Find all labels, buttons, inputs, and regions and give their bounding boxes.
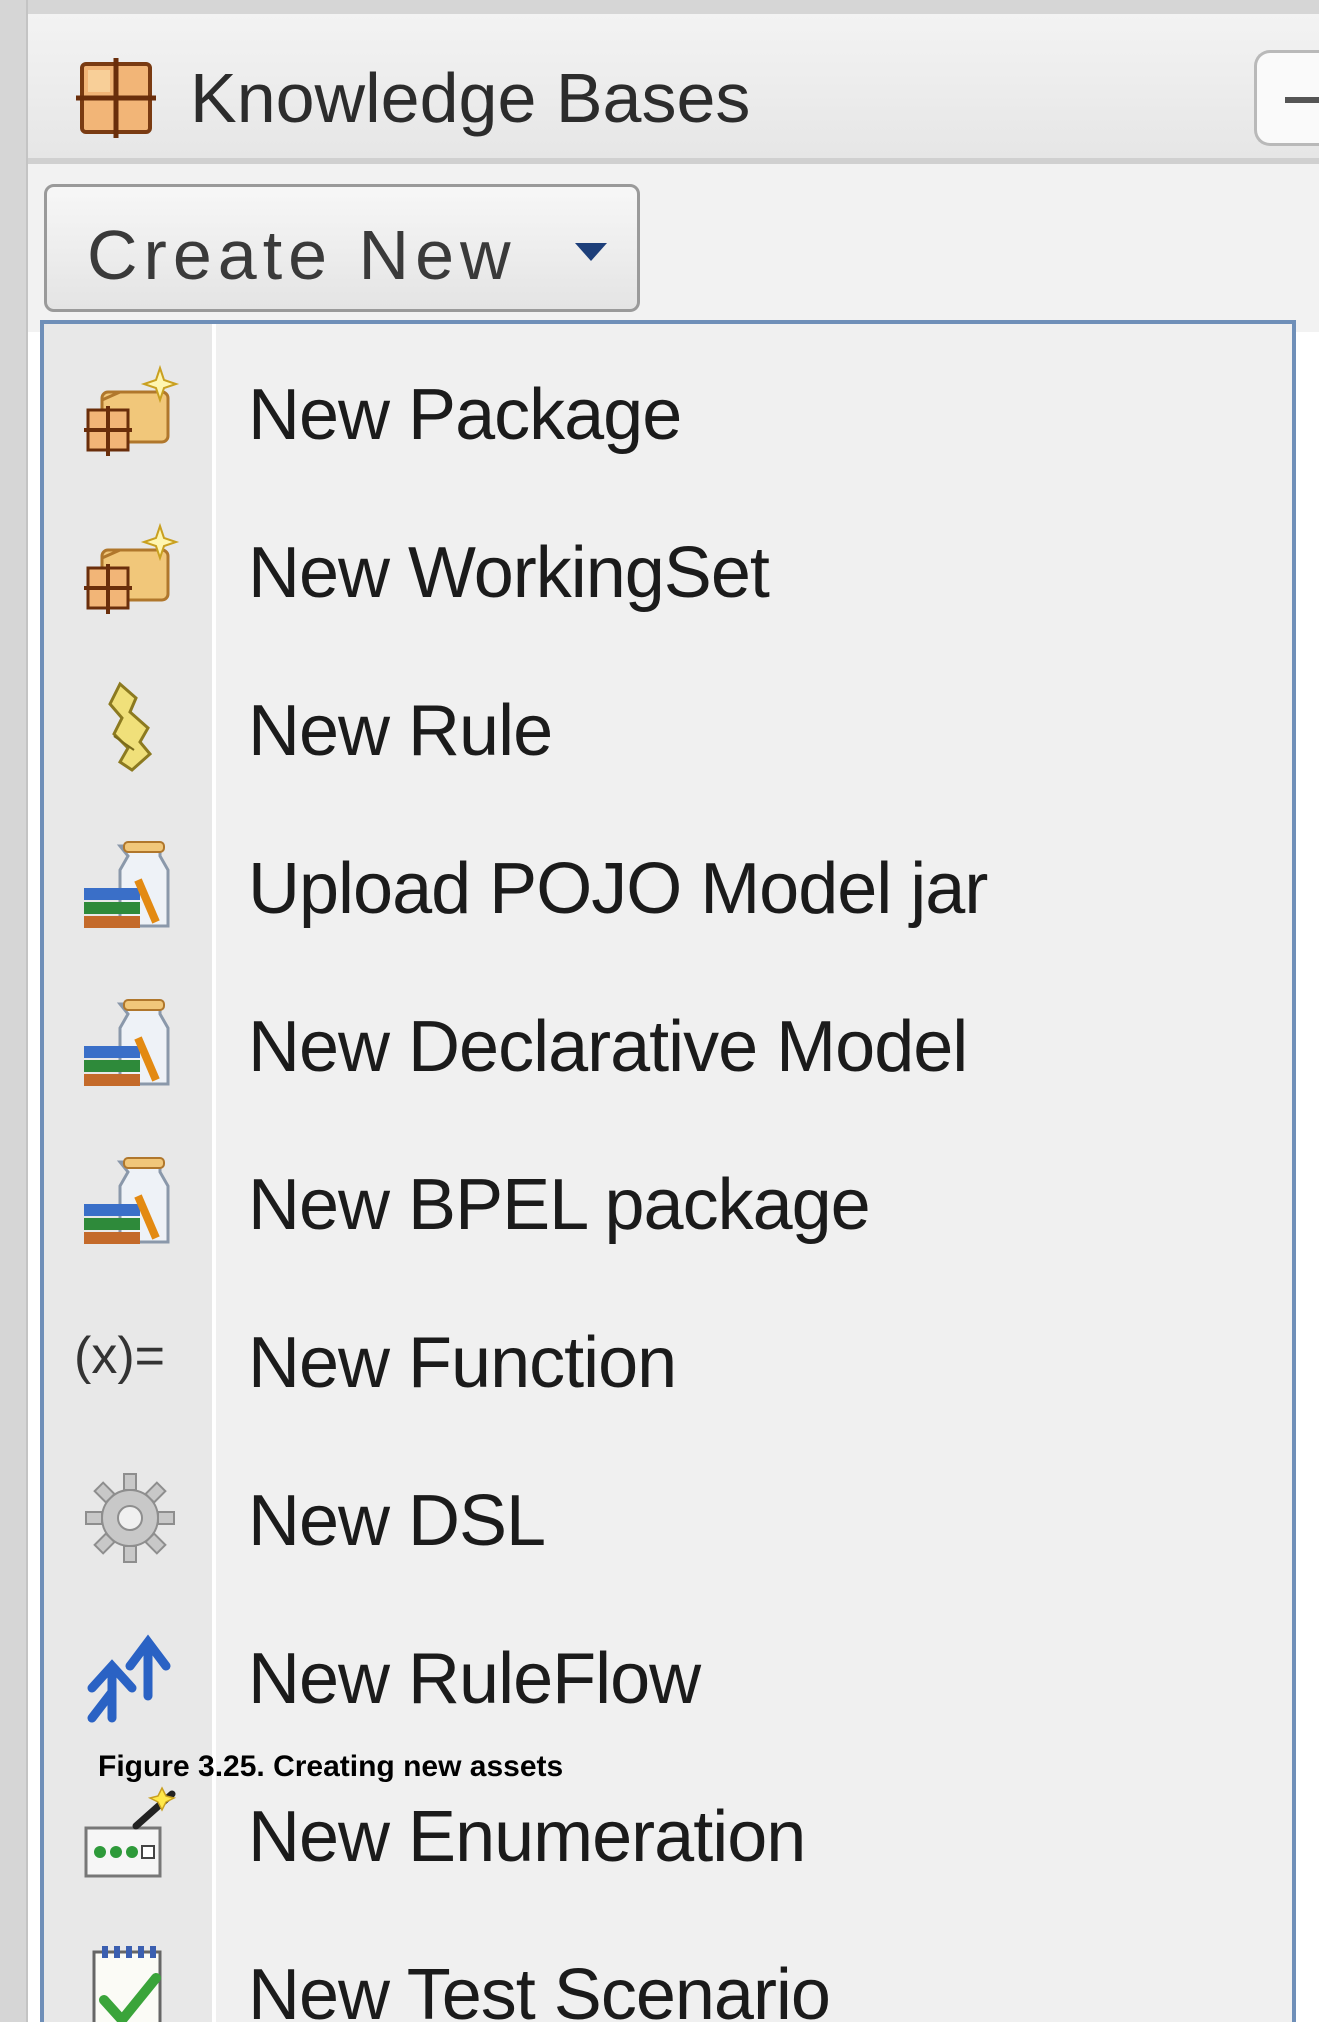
knowledge-base-grid-icon <box>76 58 156 138</box>
menu-item-new-rule[interactable]: New Rule <box>44 650 1292 808</box>
menu-item-label: New WorkingSet <box>248 533 770 613</box>
menu-item-new-ruleflow[interactable]: New RuleFlow <box>44 1598 1292 1756</box>
model-jar-icon <box>84 1157 170 1244</box>
menu-item-new-dsl[interactable]: New DSL <box>44 1440 1292 1598</box>
menu-item-label: New Test Scenario <box>248 1955 831 2022</box>
window-frame-left <box>0 0 28 2022</box>
rule-scroll-icon <box>108 681 153 772</box>
menu-item-upload-pojo-model-jar[interactable]: Upload POJO Model jar <box>44 808 1292 966</box>
panel-title: Knowledge Bases <box>190 59 751 137</box>
chevron-down-icon <box>575 243 607 261</box>
menu-item-label: New Declarative Model <box>248 1007 968 1087</box>
panel-header: Knowledge Bases <box>28 14 1319 164</box>
menu-item-new-package[interactable]: New Package <box>44 334 1292 492</box>
menu-item-new-declarative-model[interactable]: New Declarative Model <box>44 966 1292 1124</box>
model-jar-icon <box>84 841 170 928</box>
menu-item-new-workingset[interactable]: New WorkingSet <box>44 492 1292 650</box>
create-new-label: Create New <box>87 216 517 294</box>
ruleflow-arrows-icon <box>87 1634 171 1723</box>
menu-item-new-test-scenario[interactable]: New Test Scenario <box>44 1914 1292 2022</box>
new-package-icon <box>84 364 180 456</box>
background-text-fragment <box>1296 1655 1319 1755</box>
gear-icon <box>85 1473 175 1563</box>
menu-item-label: New RuleFlow <box>248 1639 701 1719</box>
create-new-button[interactable]: Create New <box>44 184 640 312</box>
minimize-button[interactable] <box>1254 50 1319 146</box>
enumeration-wand-icon <box>84 1786 177 1878</box>
figure-caption: Figure 3.25. Creating new assets <box>98 1750 564 1783</box>
function-icon: (x)= <box>74 1327 165 1385</box>
minimize-icon <box>1285 97 1319 103</box>
menu-item-label: New Rule <box>248 691 553 771</box>
new-workingset-icon <box>84 522 180 614</box>
test-scenario-check-icon <box>92 1946 162 2022</box>
menu-item-new-function[interactable]: (x)= New Function <box>44 1282 1292 1440</box>
menu-item-label: New Enumeration <box>248 1797 806 1877</box>
menu-item-label: New Function <box>248 1323 677 1403</box>
menu-item-label: New DSL <box>248 1481 546 1561</box>
model-jar-icon <box>84 999 170 1086</box>
menu-item-label: New BPEL package <box>248 1165 871 1245</box>
window-frame-top <box>0 0 1319 14</box>
menu-item-label: New Package <box>248 375 682 455</box>
menu-item-label: Upload POJO Model jar <box>248 849 988 929</box>
menu-item-new-bpel-package[interactable]: New BPEL package <box>44 1124 1292 1282</box>
